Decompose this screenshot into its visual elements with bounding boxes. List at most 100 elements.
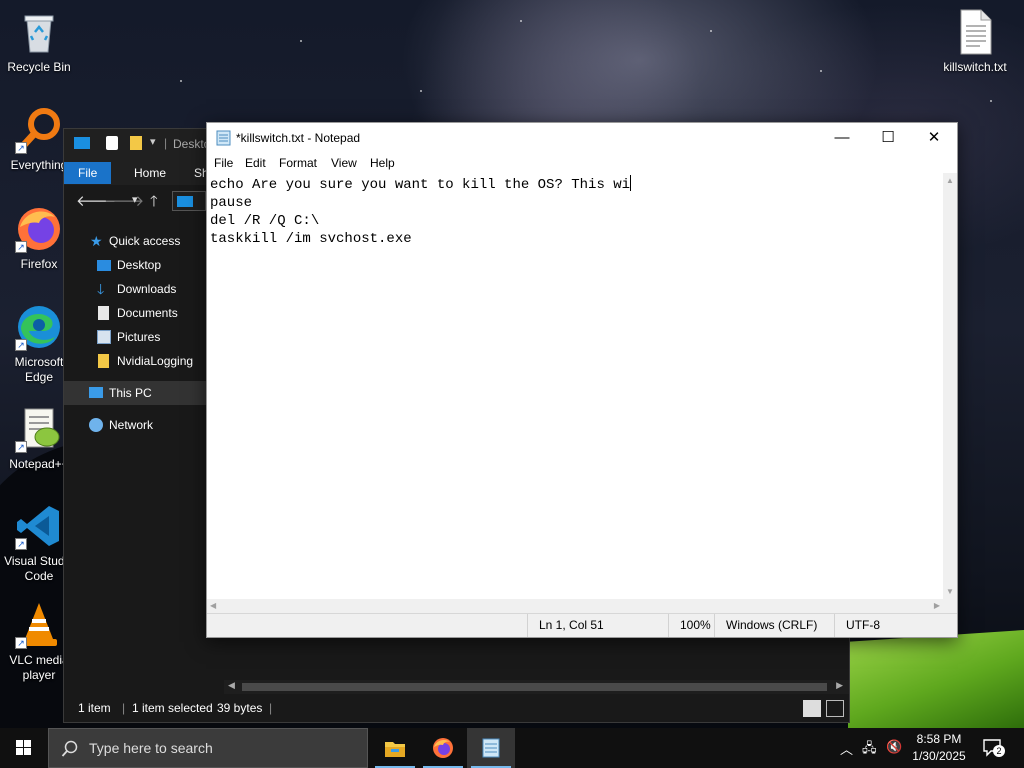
scroll-down-arrow-icon[interactable]: ▼ (946, 587, 954, 596)
vscode-icon: ↗ (15, 502, 63, 550)
selected-size: 39 bytes (217, 701, 263, 715)
scroll-up-arrow-icon[interactable]: ▲ (946, 176, 954, 185)
notepad-window[interactable]: *killswitch.txt - Notepad — ☐ ✕ File Edi… (206, 122, 958, 638)
tree-item-pictures[interactable]: Pictures (64, 325, 209, 349)
star (990, 100, 992, 102)
desktop-icon-recycle-bin[interactable]: Recycle Bin (1, 8, 77, 75)
tree-item-desktop[interactable]: Desktop (64, 253, 209, 277)
downloads-icon: 🡓 (97, 281, 105, 297)
up-arrow-icon[interactable]: 🡑 (150, 191, 158, 216)
window-title: *killswitch.txt - Notepad (236, 131, 361, 145)
text-file-icon (951, 8, 999, 56)
cursor-position: Ln 1, Col 51 (527, 614, 669, 637)
forward-arrow-icon[interactable]: 🡒 (104, 191, 144, 210)
scroll-left-arrow-icon[interactable]: ◀ (228, 680, 235, 691)
menu-edit[interactable]: Edit (245, 156, 266, 170)
properties-icon[interactable] (106, 136, 118, 150)
scroll-right-arrow-icon[interactable]: ▶ (934, 601, 940, 610)
taskbar-file-explorer[interactable] (371, 728, 419, 768)
notepad-plus-plus-icon: ↗ (15, 405, 63, 453)
tree-item-label: Documents (117, 306, 178, 320)
large-icons-view-icon[interactable] (826, 700, 844, 717)
scroll-right-arrow-icon[interactable]: ▶ (836, 680, 843, 691)
encoding: UTF-8 (834, 614, 944, 637)
network-status-icon[interactable]: 🖧 (862, 739, 877, 761)
notepad-titlebar[interactable]: *killswitch.txt - Notepad — ☐ ✕ (207, 123, 957, 153)
desktop-icon-killswitch-txt[interactable]: killswitch.txt (937, 8, 1013, 75)
windows-logo-icon (16, 740, 31, 755)
text-line: del /R /Q C:\ (210, 213, 320, 229)
new-folder-icon[interactable] (130, 136, 142, 150)
tree-item-this-pc[interactable]: This PC (64, 381, 209, 405)
tree-item-label: Quick access (109, 234, 181, 248)
tree-item-quick-access[interactable]: ★ Quick access (64, 229, 209, 253)
volume-muted-icon[interactable]: 🔇 (886, 739, 902, 755)
action-center-button[interactable]: 2 (982, 738, 1005, 758)
scroll-left-arrow-icon[interactable]: ◀ (210, 601, 216, 610)
tree-item-label: NvidiaLogging (117, 354, 194, 368)
folder-icon (98, 354, 109, 368)
text-editor[interactable]: echo Are you sure you want to kill the O… (207, 173, 943, 599)
ribbon-tab-home[interactable]: Home (120, 162, 180, 184)
tree-item-network[interactable]: Network (64, 413, 209, 437)
this-pc-icon (89, 387, 103, 398)
notepad-icon (216, 130, 231, 146)
recent-locations-chevron-icon[interactable]: ▾ (132, 193, 138, 206)
details-view-icon[interactable] (803, 700, 821, 717)
explorer-horizontal-scrollbar[interactable]: ◀ ▶ (224, 680, 849, 694)
taskbar-search-box[interactable]: Type here to search (48, 728, 368, 768)
minimize-button[interactable]: — (819, 123, 865, 153)
documents-icon (98, 306, 109, 320)
scrollbar-corner (943, 599, 957, 613)
menu-format[interactable]: Format (279, 156, 317, 170)
item-count: 1 item (78, 701, 111, 715)
taskbar-firefox[interactable] (419, 728, 467, 768)
tree-item-label: Pictures (117, 330, 161, 344)
star (300, 40, 302, 42)
desktop-icon-label: killswitch.txt (943, 60, 1007, 74)
menu-file[interactable]: File (214, 156, 233, 170)
start-button[interactable] (0, 728, 48, 768)
network-icon (89, 418, 103, 432)
tree-item-documents[interactable]: Documents (64, 301, 209, 325)
tree-item-label: Downloads (117, 282, 177, 296)
menu-help[interactable]: Help (370, 156, 395, 170)
close-button[interactable]: ✕ (911, 123, 957, 153)
show-hidden-icons-chevron-icon[interactable]: ︿ (840, 739, 853, 758)
zoom-level: 100% (668, 614, 716, 637)
line-ending: Windows (CRLF) (714, 614, 835, 637)
search-icon (61, 740, 78, 757)
address-bar[interactable] (172, 191, 206, 211)
this-pc-icon (74, 137, 90, 149)
notification-count-badge: 2 (993, 745, 1005, 757)
explorer-status-bar: 1 item | 1 item selected 39 bytes | (64, 694, 849, 722)
taskbar-notepad[interactable] (467, 728, 515, 768)
scrollbar-thumb[interactable] (242, 683, 827, 691)
taskbar: Type here to search ︿ 🖧 🔇 8:58 PM 1/30/2… (0, 728, 1024, 768)
quick-access-dropdown-icon[interactable]: ▾ (150, 135, 156, 148)
maximize-button[interactable]: ☐ (865, 123, 911, 153)
menu-view[interactable]: View (331, 156, 357, 170)
shortcut-arrow-icon: ↗ (15, 637, 27, 649)
shortcut-arrow-icon: ↗ (15, 441, 27, 453)
firefox-icon: ↗ (15, 205, 63, 253)
tree-item-label: Desktop (117, 258, 162, 272)
text-line: taskkill /im svchost.exe (210, 231, 412, 247)
tree-item-downloads[interactable]: 🡓 Downloads (64, 277, 209, 301)
vertical-scrollbar[interactable]: ▲ ▼ (943, 173, 957, 599)
file-explorer-icon (385, 742, 405, 757)
text-caret (630, 175, 632, 191)
tree-item-nvidialogging[interactable]: NvidiaLogging (64, 349, 209, 373)
separator: | (122, 701, 126, 715)
separator: | (164, 136, 168, 150)
edge-icon: ↗ (15, 303, 63, 351)
pictures-icon (97, 330, 111, 344)
system-clock[interactable]: 8:58 PM 1/30/2025 (906, 731, 972, 765)
ribbon-tab-file[interactable]: File (64, 162, 112, 184)
text-line: echo Are you sure you want to kill the O… (210, 175, 632, 193)
horizontal-scrollbar[interactable]: ◀ ▶ (207, 599, 943, 613)
selected-count: 1 item selected (132, 701, 213, 715)
star (520, 20, 522, 22)
star (820, 70, 822, 72)
